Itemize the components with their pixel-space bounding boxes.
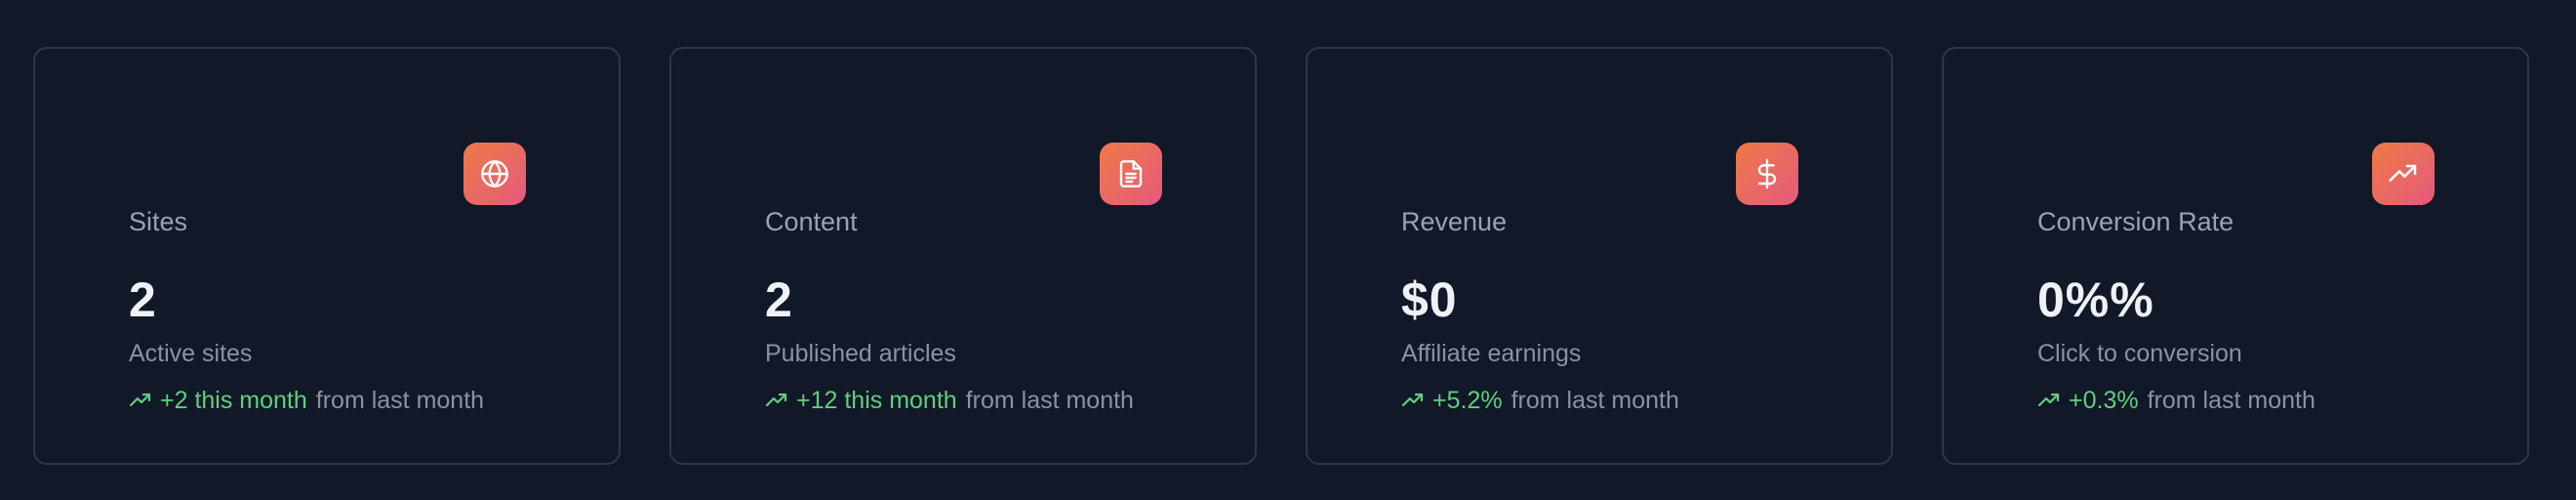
card-value: 2 [765, 272, 793, 327]
card-value: 0%% [2037, 272, 2154, 327]
stat-card-content: Content 2 Published articles +12 this mo… [669, 47, 1257, 465]
card-trend: +12 this month from last month [765, 385, 1134, 416]
stat-card-sites: Sites 2 Active sites +2 this month from … [33, 47, 621, 465]
trend-value: +0.3% [2069, 387, 2139, 414]
card-trend: +0.3% from last month [2037, 385, 2315, 416]
card-description: Click to conversion [2037, 340, 2242, 367]
trending-up-icon [129, 389, 152, 412]
card-value: $0 [1401, 272, 1458, 327]
trend-suffix: from last month [965, 387, 1134, 414]
card-title: Content [765, 207, 858, 236]
card-trend: +2 this month from last month [129, 385, 484, 416]
card-description: Active sites [129, 340, 253, 367]
stat-card-revenue: Revenue $0 Affiliate earnings +5.2% from… [1306, 47, 1893, 465]
trend-value: +2 this month [160, 387, 307, 414]
trend-suffix: from last month [315, 387, 485, 414]
trend-suffix: from last month [1510, 387, 1679, 414]
trending-up-icon [2037, 389, 2061, 412]
document-icon [1100, 143, 1162, 205]
stat-card-conversion-rate: Conversion Rate 0%% Click to conversion … [1942, 47, 2529, 465]
dollar-icon [1736, 143, 1798, 205]
trending-up-icon [2372, 143, 2435, 205]
card-trend: +5.2% from last month [1401, 385, 1679, 416]
trend-value: +5.2% [1432, 387, 1503, 414]
trend-suffix: from last month [2147, 387, 2315, 414]
card-description: Published articles [765, 340, 956, 367]
card-title: Revenue [1401, 207, 1508, 236]
trend-value: +12 this month [796, 387, 957, 414]
card-value: 2 [129, 272, 157, 327]
globe-icon [463, 143, 526, 205]
trending-up-icon [1401, 389, 1425, 412]
card-description: Affiliate earnings [1401, 340, 1582, 367]
card-title: Sites [129, 207, 188, 236]
trending-up-icon [765, 389, 788, 412]
card-title: Conversion Rate [2037, 207, 2234, 236]
stats-cards: Sites 2 Active sites +2 this month from … [33, 47, 2529, 465]
